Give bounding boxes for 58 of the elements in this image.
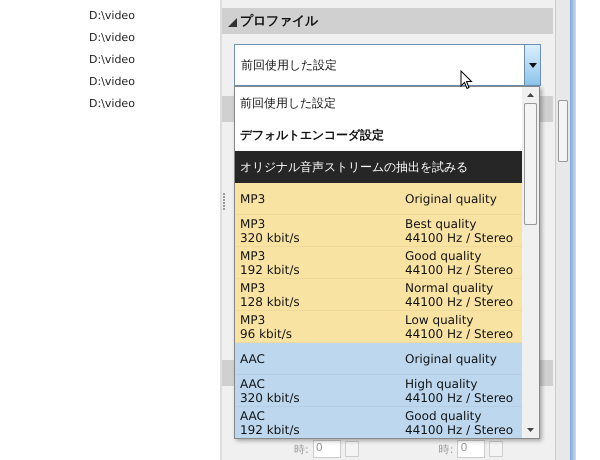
audio-detail-text: 44100 Hz / Stereo bbox=[405, 294, 514, 308]
quality-text: Normal quality bbox=[405, 280, 494, 294]
hour-label: 時: bbox=[438, 442, 454, 456]
folder-path[interactable]: D:\video bbox=[89, 30, 220, 46]
audio-detail-text: 44100 Hz / Stereo bbox=[405, 390, 514, 404]
format-option[interactable]: AAC Original quality bbox=[235, 343, 522, 375]
quality-text: Good quality bbox=[405, 248, 482, 262]
section-title: プロファイル bbox=[240, 12, 318, 30]
bitrate-text: 128 kbit/s bbox=[240, 294, 301, 308]
audio-detail-text: 44100 Hz / Stereo bbox=[405, 230, 514, 244]
scrollbar[interactable] bbox=[522, 87, 539, 438]
audio-detail-text: 44100 Hz / Stereo bbox=[405, 422, 514, 436]
codec-text: MP3 bbox=[240, 192, 266, 206]
folder-path[interactable]: D:\video bbox=[89, 96, 220, 112]
codec-text: MP3 bbox=[240, 312, 266, 326]
folder-path[interactable]: D:\video bbox=[89, 8, 220, 24]
codec-text: MP3 bbox=[240, 216, 266, 230]
format-option[interactable]: AAC 320 kbit/s High quality 44100 Hz / Stereo bbox=[235, 375, 522, 407]
codec-text: AAC bbox=[240, 408, 266, 422]
codec-text: MP3 bbox=[240, 280, 266, 294]
dropdown-value: 前回使用した設定 bbox=[240, 56, 337, 74]
audio-detail-text: 44100 Hz / Stereo bbox=[405, 326, 514, 340]
section-header[interactable]: プロファイル bbox=[222, 8, 553, 34]
bitrate-text: 192 kbit/s bbox=[240, 262, 301, 276]
codec-text: AAC bbox=[240, 352, 266, 366]
hour-label: 時: bbox=[294, 442, 309, 456]
scroll-down-icon[interactable] bbox=[527, 428, 534, 432]
bitrate-text: 320 kbit/s bbox=[240, 230, 301, 244]
quality-text: High quality bbox=[405, 376, 478, 390]
format-option[interactable]: MP3 96 kbit/s Low quality 44100 Hz / Stereo bbox=[235, 311, 522, 343]
caret-icon bbox=[528, 62, 536, 68]
dropdown-option[interactable]: 前回使用した設定 bbox=[235, 87, 522, 119]
format-option[interactable]: MP3 192 kbit/s Good quality 44100 Hz / Stereo bbox=[235, 247, 522, 279]
bitrate-text: 192 kbit/s bbox=[240, 422, 301, 436]
folder-path[interactable]: D:\video bbox=[89, 52, 220, 68]
quality-text: Original quality bbox=[405, 352, 497, 366]
scrollbar[interactable] bbox=[555, 0, 570, 460]
bitrate-text: 320 kbit/s bbox=[240, 390, 301, 404]
triangle-icon bbox=[228, 18, 237, 26]
grip-icon[interactable] bbox=[222, 192, 226, 212]
quality-text: Low quality bbox=[405, 312, 474, 326]
audio-detail-text: 44100 Hz / Stereo bbox=[405, 262, 514, 276]
quality-text: Best quality bbox=[405, 216, 478, 230]
profile-dropdown[interactable]: 前回使用した設定 bbox=[234, 44, 541, 86]
quality-text: Good quality bbox=[405, 408, 482, 422]
dropdown-arrow-button[interactable] bbox=[524, 45, 540, 85]
dropdown-option[interactable]: オリジナル音声ストリームの抽出を試みる bbox=[235, 151, 522, 183]
bitrate-text: 96 kbit/s bbox=[240, 326, 293, 340]
codec-text: AAC bbox=[240, 376, 266, 390]
quality-text: Original quality bbox=[405, 192, 497, 206]
format-option[interactable]: AAC 192 kbit/s Good quality 44100 Hz / Stereo bbox=[235, 407, 522, 438]
spin-button[interactable] bbox=[489, 441, 504, 457]
format-option[interactable]: MP3 128 kbit/s Normal quality 44100 Hz / Stereo bbox=[235, 279, 522, 311]
spin-button[interactable] bbox=[344, 441, 359, 457]
format-option[interactable]: MP3 Original quality bbox=[235, 183, 522, 215]
folder-path[interactable]: D:\video bbox=[89, 74, 220, 90]
format-option[interactable]: MP3 320 kbit/s Best quality 44100 Hz / Stereo bbox=[235, 215, 522, 247]
codec-text: MP3 bbox=[240, 248, 266, 262]
